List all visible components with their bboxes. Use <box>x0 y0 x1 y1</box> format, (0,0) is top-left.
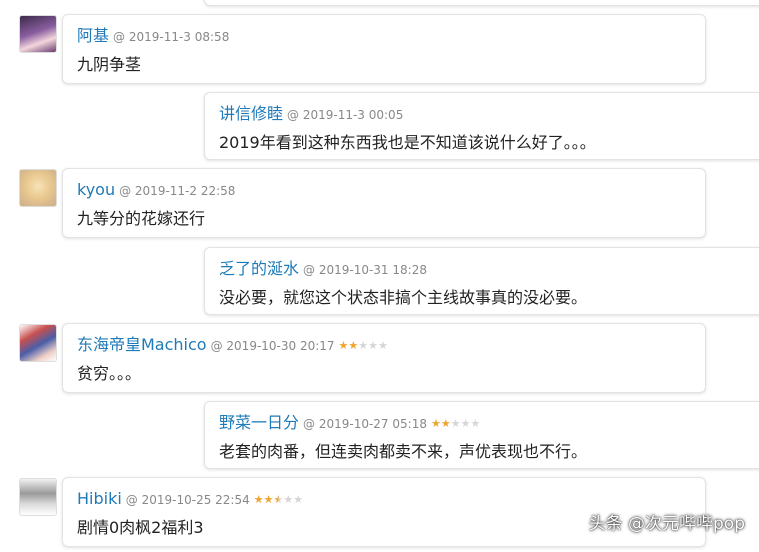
comment-date: @ 2019-11-3 08:58 <box>113 30 230 44</box>
star-icon: ★ <box>440 417 451 430</box>
rating-stars: ★ ★ ★ ★ ★ <box>431 418 480 429</box>
star-icon: ★ <box>348 339 359 352</box>
star-icon: ★ <box>378 339 388 352</box>
star-icon: ★ <box>460 417 471 430</box>
comment-date: @ 2019-10-30 20:17 <box>210 339 335 353</box>
comment-author[interactable]: 野菜一日分 <box>219 413 299 432</box>
comment-author[interactable]: 讲信修睦 <box>219 104 283 123</box>
comment-date: @ 2019-10-27 05:18 <box>303 417 427 431</box>
comment-date: @ 2019-11-3 00:05 <box>287 108 404 122</box>
star-icon: ★ <box>358 339 369 352</box>
reply-card: 野菜一日分 @ 2019-10-27 05:18 ★ ★ ★ ★ ★ 老套的肉番，但连卖肉都… <box>204 401 759 469</box>
comment-card: kyou @ 2019-11-2 22:58 九等分的花嫁还行 <box>62 168 706 238</box>
comment-date: @ 2019-10-25 22:54 <box>125 493 250 507</box>
avatar[interactable] <box>19 15 57 53</box>
star-icon: ★ <box>368 339 379 352</box>
star-icon: ★ <box>283 493 294 506</box>
avatar[interactable] <box>19 324 57 362</box>
star-icon: ★ <box>470 417 481 430</box>
comment-author[interactable]: Hibiki <box>77 489 122 508</box>
comment-text: 贫穷。。。 <box>77 364 142 383</box>
comment-text: 九阴争茎 <box>77 55 142 74</box>
star-icon: ★ <box>263 493 274 506</box>
comment-text: 九等分的花嫁还行 <box>77 209 206 228</box>
reply-card: 讲信修睦 @ 2019-11-3 00:05 2019年看到这种东西我也是不知道该… <box>204 92 759 160</box>
avatar[interactable] <box>19 169 57 207</box>
star-icon: ★ <box>450 417 461 430</box>
star-icon: ★ <box>430 417 441 430</box>
comment-card: 东海帝皇Machico @ 2019-10-30 20:17 ★ ★ ★ ★ ★ 贫穷。。。 <box>62 323 706 393</box>
star-icon: ★ <box>338 339 349 352</box>
comment-date: @ 2019-10-31 18:28 <box>303 263 427 277</box>
comment-date: @ 2019-11-2 22:58 <box>119 184 236 198</box>
comment-author[interactable]: 阿基 <box>77 26 109 45</box>
watermark: 头条 @次元哔哔pop <box>588 514 745 534</box>
comment-text: 没必要，就您这个状态非搞个主线故事真的没必要。 <box>219 288 588 307</box>
rating-stars: ★ ★ ★ ★ ★ <box>254 494 303 505</box>
star-icon: ★ <box>293 493 304 506</box>
rating-stars: ★ ★ ★ ★ ★ <box>339 340 388 351</box>
comment-card: 阿基 @ 2019-11-3 08:58 九阴争茎 <box>62 14 706 84</box>
comment-text: 2019年看到这种东西我也是不知道该说什么好了。。。 <box>219 133 596 152</box>
star-icon: ★ <box>253 493 264 506</box>
star-icon: ★ <box>273 493 284 506</box>
avatar[interactable] <box>19 478 57 516</box>
reply-card: 乏了的涎水 @ 2019-10-31 18:28 没必要，就您这个状态非搞个主线故… <box>204 247 759 315</box>
comment-card-partial <box>204 0 759 6</box>
comment-author[interactable]: kyou <box>77 180 115 199</box>
comment-author[interactable]: 东海帝皇Machico <box>77 335 207 354</box>
comment-author[interactable]: 乏了的涎水 <box>219 259 299 278</box>
comment-text: 老套的肉番，但连卖肉都卖不来，声优表现也不行。 <box>219 442 588 461</box>
